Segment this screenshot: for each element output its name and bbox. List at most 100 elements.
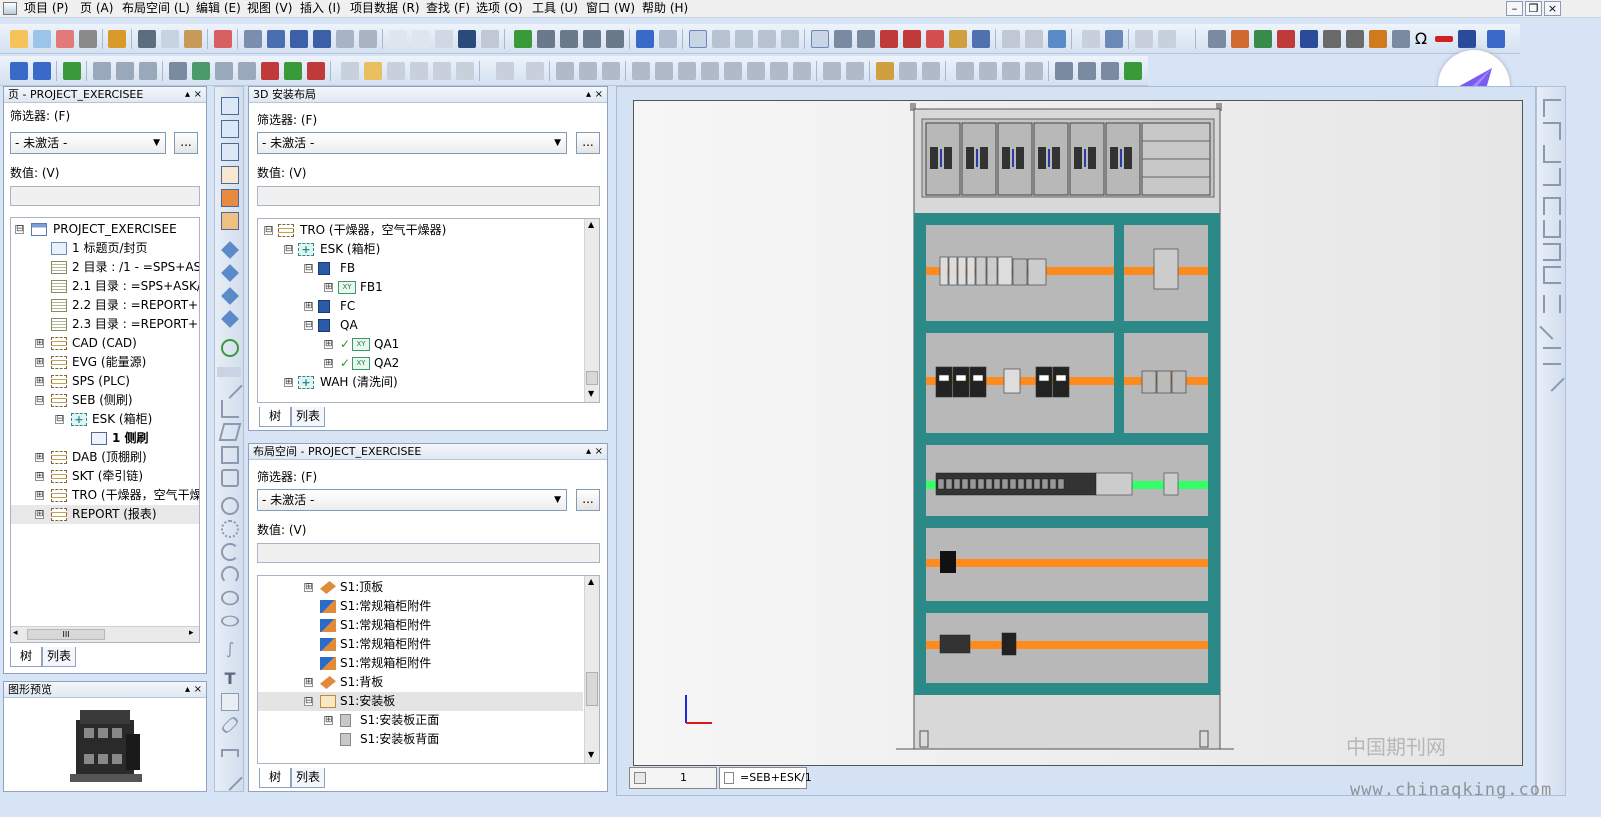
slash-icon[interactable] — [1539, 366, 1565, 392]
tree-node-top-plate[interactable]: ⊞ S1:顶板 — [258, 578, 583, 597]
expand-toggle[interactable]: ⊞ — [35, 510, 44, 519]
collapse-toggle[interactable]: ⊟ — [304, 321, 313, 330]
close-icon[interactable]: × — [595, 444, 603, 459]
tab-tree[interactable]: 树 — [10, 647, 42, 667]
tree-node-toc-2[interactable]: 2 目录 : /1 - =SPS+AS — [11, 258, 199, 277]
mount-a-icon[interactable] — [956, 62, 974, 80]
tree-node-qa1[interactable]: ⊞ ✓ XY QA1 — [258, 335, 583, 354]
mount-d-icon[interactable] — [1025, 62, 1043, 80]
view-iso-icon[interactable] — [221, 241, 239, 259]
box-3d-side-icon[interactable] — [221, 166, 239, 184]
tree-node-sps[interactable]: ⊞ SPS (PLC) — [11, 372, 199, 391]
list-b-icon[interactable] — [1025, 30, 1043, 48]
rotate-view-icon[interactable] — [221, 339, 239, 357]
scroll-right-icon[interactable]: ▸ — [189, 628, 194, 638]
undo-icon[interactable] — [290, 30, 308, 48]
remove-placement-icon[interactable] — [261, 62, 279, 80]
layout-g-icon[interactable] — [770, 62, 788, 80]
close-icon[interactable]: × — [194, 87, 202, 102]
align-a-icon[interactable] — [823, 62, 841, 80]
mount-c-icon[interactable] — [1002, 62, 1020, 80]
display-b-icon[interactable] — [579, 62, 597, 80]
view-a-icon[interactable] — [341, 62, 359, 80]
tree-node-plate-back[interactable]: S1:安装板背面 — [258, 730, 583, 749]
layout-canvas[interactable]: 中国期刊网 — [633, 100, 1523, 766]
place-check-icon[interactable] — [192, 62, 210, 80]
menu-edit[interactable]: 编辑 (E) — [196, 1, 241, 16]
menu-page[interactable]: 页 (A) — [80, 1, 113, 16]
rectangle-icon[interactable] — [221, 446, 239, 464]
open-project-icon[interactable] — [33, 30, 51, 48]
dimension-a-icon[interactable] — [93, 62, 111, 80]
rounded-rect-icon[interactable] — [221, 469, 239, 487]
paste-icon[interactable] — [184, 30, 202, 48]
tree-node-project[interactable]: ⊟ PROJECT_EXERCISEE — [11, 220, 199, 239]
layout-d-icon[interactable] — [701, 62, 719, 80]
fill-icon[interactable] — [899, 62, 917, 80]
filter-browse-button[interactable]: ... — [576, 132, 600, 154]
tree-node-report[interactable]: ⊞ REPORT (报表) — [11, 505, 199, 524]
spline-icon[interactable]: ∫ — [221, 640, 239, 658]
collapse-toggle[interactable]: ⊟ — [284, 245, 293, 254]
scroll-up-icon[interactable]: ▲ — [588, 577, 594, 586]
circle-icon[interactable] — [221, 497, 239, 515]
circle-3pt-icon[interactable] — [221, 520, 239, 538]
restore-button[interactable]: ❐ — [1525, 1, 1542, 16]
polyline-icon[interactable] — [221, 400, 239, 418]
cross-check-icon[interactable] — [926, 30, 944, 48]
layout-b-icon[interactable] — [655, 62, 673, 80]
tab-list[interactable]: 列表 — [291, 407, 325, 427]
magnet-alt-icon[interactable] — [903, 30, 921, 48]
layer-a-icon[interactable] — [496, 62, 514, 80]
place-flag-alt-icon[interactable] — [238, 62, 256, 80]
double-line-icon[interactable] — [1543, 347, 1561, 365]
box-3d-stack-icon[interactable] — [221, 212, 239, 230]
text-icon[interactable]: T — [221, 670, 239, 688]
tree-node-title-page[interactable]: 1 标题页/封页 — [11, 239, 199, 258]
plc-icon[interactable] — [1231, 30, 1249, 48]
input-icon[interactable] — [972, 30, 990, 48]
tree-node-seb[interactable]: ⊟ SEB (侧刷) — [11, 391, 199, 410]
snap-point-icon[interactable] — [857, 30, 875, 48]
magnet-icon[interactable] — [880, 30, 898, 48]
expand-toggle[interactable]: ⊞ — [304, 583, 313, 592]
snap-object-icon[interactable] — [834, 30, 852, 48]
tree-node-evg[interactable]: ⊞ EVG (能量源) — [11, 353, 199, 372]
menu-window[interactable]: 窗口 (W) — [586, 1, 635, 16]
view-top-icon[interactable] — [221, 287, 239, 305]
collapse-toggle[interactable]: ⊟ — [15, 225, 24, 234]
hatch-icon[interactable] — [876, 62, 894, 80]
menu-find[interactable]: 查找 (F) — [426, 1, 470, 16]
view-d-icon[interactable] — [433, 62, 451, 80]
display-c-icon[interactable] — [602, 62, 620, 80]
tree-node-toc-2-1[interactable]: 2.1 目录 : =SPS+ASK/S — [11, 277, 199, 296]
layout-c-icon[interactable] — [678, 62, 696, 80]
scroll-left-icon[interactable]: ◂ — [13, 628, 18, 638]
corner-tl-icon[interactable] — [1543, 99, 1561, 117]
zoom-window-icon[interactable] — [537, 30, 555, 48]
undo-alt-icon[interactable] — [313, 30, 331, 48]
tree-node-mounting-plate[interactable]: ⊟ S1:安装板 — [258, 692, 583, 711]
list-a-icon[interactable] — [1002, 30, 1020, 48]
tree-node-dab[interactable]: ⊞ DAB (顶棚刷) — [11, 448, 199, 467]
layout-f-icon[interactable] — [747, 62, 765, 80]
tree-node-qa2[interactable]: ⊞ ✓ XY QA2 — [258, 354, 583, 373]
layout-a-icon[interactable] — [632, 62, 650, 80]
collapse-toggle[interactable]: ⊟ — [304, 264, 313, 273]
scroll-up-icon[interactable]: ▲ — [588, 220, 594, 229]
tee-right-icon[interactable] — [1543, 266, 1561, 284]
filter-dropdown[interactable]: - 未激活 - ▼ — [257, 132, 567, 154]
vertical-scrollbar[interactable]: ▲ ▼ — [584, 576, 599, 763]
filter-browse-button[interactable]: ... — [576, 489, 600, 511]
close-button[interactable]: × — [1544, 1, 1561, 16]
dimension-c-icon[interactable] — [139, 62, 157, 80]
collapse-toggle[interactable]: ⊟ — [264, 226, 273, 235]
tab-list[interactable]: 列表 — [291, 768, 325, 788]
frame-icon[interactable] — [922, 62, 940, 80]
align-b-icon[interactable] — [846, 62, 864, 80]
redo-icon[interactable] — [336, 30, 354, 48]
contact-icon[interactable] — [1392, 30, 1410, 48]
menu-options[interactable]: 选项 (O) — [476, 1, 523, 16]
view-b-icon[interactable] — [387, 62, 405, 80]
tab-tree[interactable]: 树 — [259, 768, 291, 788]
